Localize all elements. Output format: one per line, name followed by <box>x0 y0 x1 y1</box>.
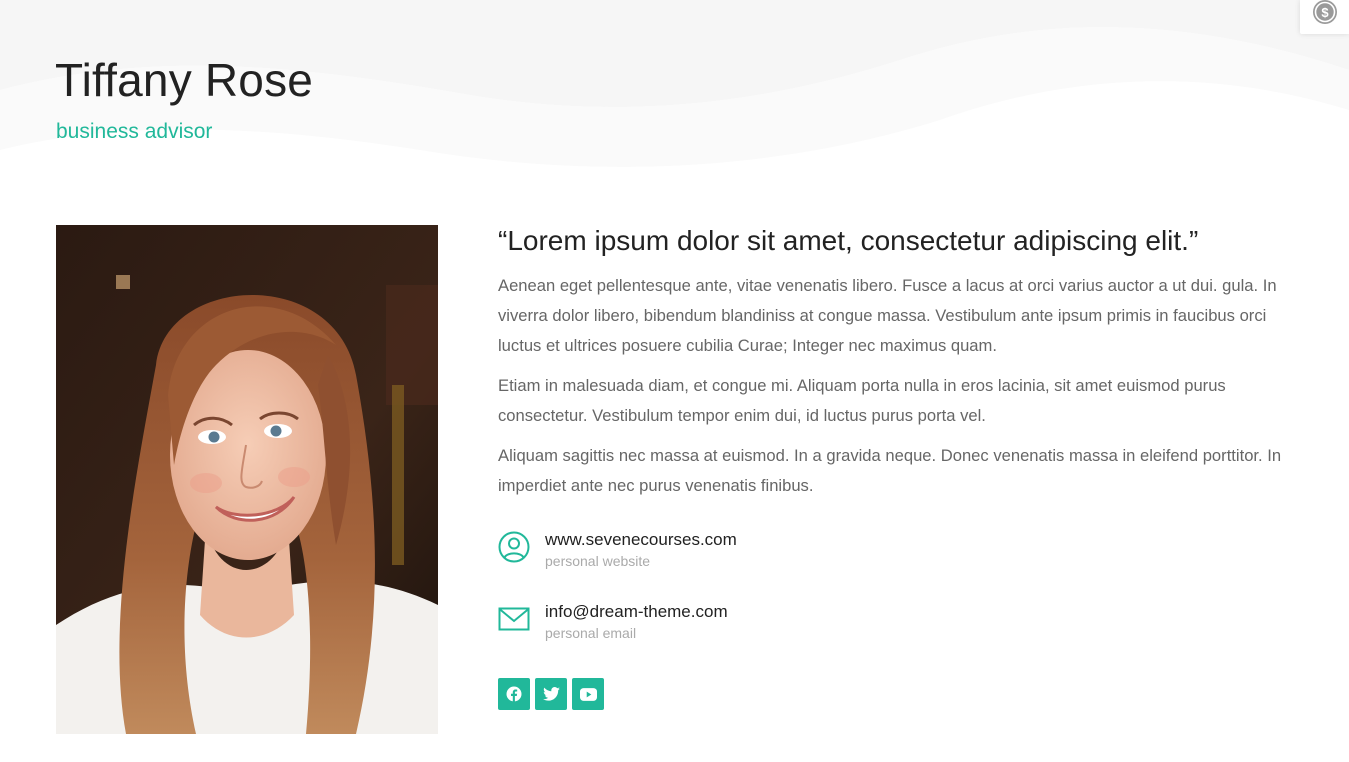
bio-paragraph: Aliquam sagittis nec massa at euismod. I… <box>498 446 1282 495</box>
svg-text:$: $ <box>1321 5 1329 20</box>
contact-email: info@dream-theme.com personal email <box>498 601 728 643</box>
page: $ Tiffany Rose business advisor “Lorem i… <box>0 0 1349 762</box>
bio-paragraph: Etiam in malesuada diam, et congue mi. A… <box>498 376 1226 425</box>
email-link[interactable]: info@dream-theme.com <box>545 601 728 623</box>
youtube-button[interactable] <box>572 678 604 710</box>
bio-paragraph: Aenean eget pellentesque ante, vitae ven… <box>498 276 1277 355</box>
dollar-coin-icon: $ <box>1312 0 1337 24</box>
contact-website: www.sevenecourses.com personal website <box>498 529 737 571</box>
website-label: personal website <box>545 553 651 569</box>
profile-quote: “Lorem ipsum dolor sit amet, consectetur… <box>498 225 1199 256</box>
currency-widget[interactable]: $ <box>1300 0 1349 34</box>
person-role: business advisor <box>56 120 213 143</box>
twitter-button[interactable] <box>535 678 567 710</box>
person-name: Tiffany Rose <box>55 54 314 106</box>
facebook-icon <box>506 686 522 702</box>
profile-photo <box>56 225 438 734</box>
facebook-button[interactable] <box>498 678 530 710</box>
youtube-icon <box>579 687 597 701</box>
profile-content: “Lorem ipsum dolor sit amet, consectetur… <box>498 223 1298 511</box>
email-label: personal email <box>545 625 637 641</box>
website-link[interactable]: www.sevenecourses.com <box>545 529 737 551</box>
envelope-icon <box>498 607 530 631</box>
twitter-icon <box>542 687 560 701</box>
user-circle-icon <box>498 531 530 563</box>
social-links <box>498 678 604 710</box>
